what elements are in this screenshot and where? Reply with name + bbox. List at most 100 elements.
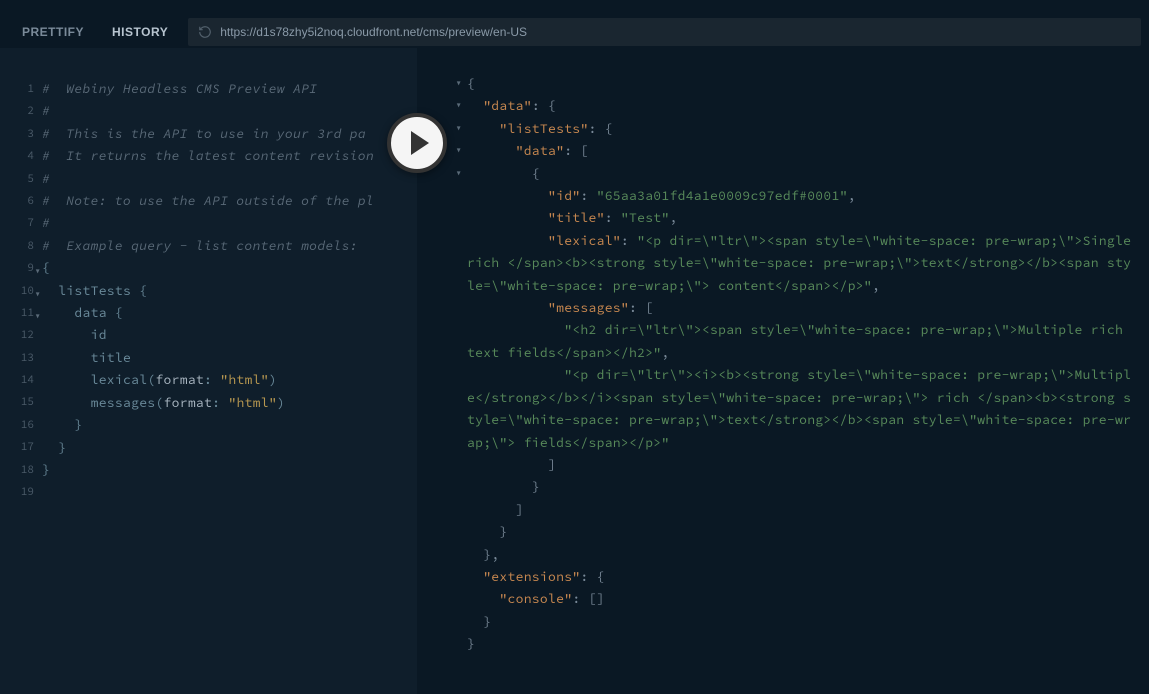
line-number: 18 xyxy=(0,459,34,481)
url-bar[interactable]: https://d1s78zhy5i2noq.cloudfront.net/cm… xyxy=(188,18,1141,46)
comment: # xyxy=(42,102,50,119)
line-number: 15 xyxy=(0,391,34,413)
query-pane[interactable]: 1 2 3 4 5 6 7 8 9▼ 10▼ 11▼ 12 13 14 15 1… xyxy=(0,48,417,694)
field-data: data xyxy=(74,304,106,321)
line-number: 17 xyxy=(0,436,34,458)
editor-area: 1 2 3 4 5 6 7 8 9▼ 10▼ 11▼ 12 13 14 15 1… xyxy=(0,48,1149,694)
field-listTests: listTests xyxy=(58,282,131,299)
line-number: 3 xyxy=(0,123,34,145)
key-title: "title" xyxy=(548,209,605,226)
field-messages: messages xyxy=(91,394,156,411)
comma: , xyxy=(670,209,678,226)
line-number: 7 xyxy=(0,212,34,234)
paren: ) xyxy=(269,371,277,388)
line-number: 14 xyxy=(0,369,34,391)
line-number: 10▼ xyxy=(0,280,34,302)
line-number: 9▼ xyxy=(0,257,34,279)
comma: , xyxy=(872,277,880,294)
value-id: "65aa3a01fd4a1e0009c97edf#0001" xyxy=(597,187,848,204)
comment: # xyxy=(42,214,50,231)
toolbar: PRETTIFY HISTORY https://d1s78zhy5i2noq.… xyxy=(0,16,1149,48)
brace: { xyxy=(107,304,123,321)
key-data: "data" xyxy=(516,142,565,159)
punc: : [] xyxy=(572,590,604,607)
punc: : { xyxy=(532,97,556,114)
brace: } xyxy=(58,439,66,456)
brace: } xyxy=(483,613,491,630)
key-data: "data" xyxy=(483,97,532,114)
line-gutter: 1 2 3 4 5 6 7 8 9▼ 10▼ 11▼ 12 13 14 15 1… xyxy=(0,48,42,694)
value-message: "<h2 dir=\"ltr\"><span style=\"white-spa… xyxy=(467,321,1131,360)
field-title: title xyxy=(91,349,132,366)
key-console: "console" xyxy=(499,590,572,607)
comment: # xyxy=(42,170,50,187)
brace: } xyxy=(74,416,82,433)
brace: } xyxy=(42,461,50,478)
fold-icon[interactable]: ▼ xyxy=(35,306,40,328)
line-number: 2 xyxy=(0,100,34,122)
top-spacer xyxy=(0,0,1149,16)
paren: ) xyxy=(277,394,285,411)
refresh-icon xyxy=(198,25,212,39)
query-code[interactable]: # Webiny Headless CMS Preview API # # Th… xyxy=(42,48,417,694)
field-lexical: lexical xyxy=(91,371,148,388)
key-extensions: "extensions" xyxy=(483,568,580,585)
line-number: 6 xyxy=(0,190,34,212)
brace: { xyxy=(467,75,475,92)
key-messages: "messages" xyxy=(548,299,629,316)
fold-icon[interactable]: ▼ xyxy=(456,101,461,111)
brace: } xyxy=(467,635,475,652)
comment: # Webiny Headless CMS Preview API xyxy=(42,80,317,97)
prettify-button[interactable]: PRETTIFY xyxy=(8,19,98,45)
punc: : [ xyxy=(564,142,588,159)
comment: # Note: to use the API outside of the pl xyxy=(42,192,374,209)
punc: : [ xyxy=(629,299,653,316)
field-id: id xyxy=(91,326,107,343)
key-id: "id" xyxy=(548,187,580,204)
comma: , xyxy=(661,344,669,361)
key-lexical: "lexical" xyxy=(548,232,621,249)
fold-icon[interactable]: ▼ xyxy=(456,79,461,89)
line-number: 13 xyxy=(0,347,34,369)
url-text: https://d1s78zhy5i2noq.cloudfront.net/cm… xyxy=(220,25,527,39)
fold-icon[interactable]: ▼ xyxy=(456,169,461,179)
line-number: 4 xyxy=(0,145,34,167)
key-listTests: "listTests" xyxy=(499,120,588,137)
comma: , xyxy=(491,546,499,563)
line-number: 8 xyxy=(0,235,34,257)
line-number: 1 xyxy=(0,78,34,100)
brace: { xyxy=(532,165,540,182)
brace: } xyxy=(532,478,540,495)
value-message: "<p dir=\"ltr\"><i><b><strong style=\"wh… xyxy=(467,366,1131,450)
fold-icon[interactable]: ▼ xyxy=(35,261,40,283)
string-html: "html" xyxy=(228,394,277,411)
comment: # This is the API to use in your 3rd pa xyxy=(42,125,366,142)
string-html: "html" xyxy=(220,371,269,388)
brace: } xyxy=(499,523,507,540)
comment: # It returns the latest content revision xyxy=(42,147,374,164)
arg-format: format xyxy=(155,371,204,388)
comment: # Example query - list content models: xyxy=(42,237,358,254)
execute-button[interactable] xyxy=(387,113,447,173)
punc: : { xyxy=(580,568,604,585)
colon: : xyxy=(212,394,228,411)
paren: ( xyxy=(155,394,163,411)
play-icon xyxy=(411,131,429,155)
line-number: 11▼ xyxy=(0,302,34,324)
line-number: 19 xyxy=(0,481,34,503)
bracket: ] xyxy=(516,501,524,518)
colon: : xyxy=(204,371,220,388)
history-button[interactable]: HISTORY xyxy=(98,19,182,45)
value-title: "Test" xyxy=(621,209,670,226)
line-number: 12 xyxy=(0,324,34,346)
punc: : { xyxy=(589,120,613,137)
comma: , xyxy=(848,187,856,204)
result-code[interactable]: { "data": { "listTests": { "data": [ { "… xyxy=(467,48,1149,694)
fold-icon[interactable]: ▼ xyxy=(456,124,461,134)
result-pane[interactable]: ▼ ▼ ▼ ▼ ▼ { "data": { "listTests": { "da… xyxy=(417,48,1149,694)
brace: { xyxy=(42,259,50,276)
fold-icon[interactable]: ▼ xyxy=(456,146,461,156)
fold-icon[interactable]: ▼ xyxy=(35,284,40,306)
line-number: 16 xyxy=(0,414,34,436)
bracket: ] xyxy=(548,456,556,473)
